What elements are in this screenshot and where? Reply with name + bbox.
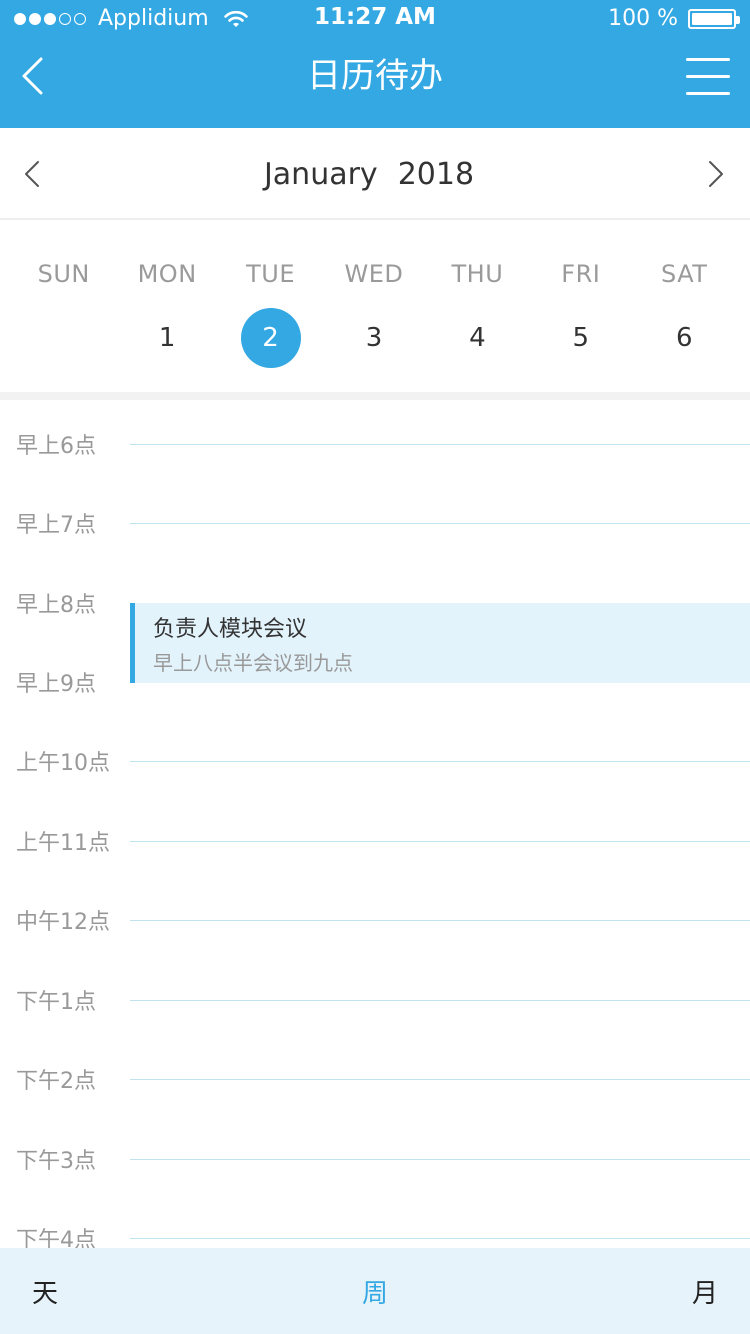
status-bar: Applidium 11:27 AM 100 % bbox=[0, 0, 750, 40]
chevron-left-icon bbox=[22, 57, 43, 95]
hour-divider bbox=[130, 1000, 750, 1001]
day-numbers-row: 1 2 3 4 5 6 bbox=[12, 308, 736, 368]
next-month-button[interactable] bbox=[696, 150, 736, 198]
wifi-icon bbox=[223, 10, 248, 27]
hour-row: 下午3点 bbox=[0, 1149, 750, 1174]
hour-label: 下午3点 bbox=[16, 1149, 96, 1174]
hour-divider bbox=[130, 920, 750, 921]
menu-button[interactable] bbox=[684, 56, 734, 98]
hour-divider bbox=[130, 1159, 750, 1160]
event-title: 负责人模块会议 bbox=[153, 617, 308, 642]
day-cell-thu[interactable]: 4 bbox=[447, 308, 507, 368]
hour-row: 下午2点 bbox=[0, 1069, 750, 1094]
weekday-wed: WED bbox=[344, 260, 404, 288]
carrier-name: Applidium bbox=[98, 6, 209, 31]
weekday-mon: MON bbox=[137, 260, 197, 288]
day-cell-fri[interactable]: 5 bbox=[551, 308, 611, 368]
hamburger-menu-icon bbox=[686, 58, 730, 61]
tab-week[interactable]: 周 bbox=[0, 1248, 750, 1334]
day-cell-wed[interactable]: 3 bbox=[344, 308, 404, 368]
hour-row: 下午1点 bbox=[0, 990, 750, 1015]
week-strip: SUN MON TUE WED THU FRI SAT 1 2 3 4 5 6 bbox=[0, 222, 750, 392]
month-navigation: January 2018 bbox=[0, 128, 750, 220]
battery-icon bbox=[688, 8, 740, 29]
section-divider bbox=[0, 392, 750, 400]
hour-label: 早上6点 bbox=[16, 434, 96, 459]
chevron-left-icon bbox=[25, 161, 39, 187]
hour-divider bbox=[130, 841, 750, 842]
month-year-label: January 2018 bbox=[0, 128, 750, 220]
view-mode-tabbar: 天 周 月 bbox=[0, 1248, 750, 1334]
hour-divider bbox=[130, 444, 750, 445]
hour-label: 上午11点 bbox=[16, 831, 110, 856]
hour-row: 早上6点 bbox=[0, 434, 750, 459]
hour-label: 早上9点 bbox=[16, 672, 96, 697]
hour-label: 早上7点 bbox=[16, 513, 96, 538]
tab-month[interactable]: 月 bbox=[692, 1248, 718, 1334]
chevron-right-icon bbox=[709, 161, 723, 187]
hour-row: 中午12点 bbox=[0, 910, 750, 935]
weekday-sun: SUN bbox=[37, 260, 90, 288]
day-timeline[interactable]: 早上6点 早上7点 早上8点 早上9点 上午10点 上午11点 中午12点 下午… bbox=[0, 400, 750, 1248]
status-left: Applidium bbox=[14, 6, 249, 31]
status-right: 100 % bbox=[608, 6, 740, 31]
weekday-fri: FRI bbox=[561, 260, 601, 288]
hour-row: 上午11点 bbox=[0, 831, 750, 856]
hour-row: 上午10点 bbox=[0, 751, 750, 776]
day-cell-sat[interactable]: 6 bbox=[654, 308, 714, 368]
app-header: Applidium 11:27 AM 100 % 日历待办 bbox=[0, 0, 750, 128]
weekday-names-row: SUN MON TUE WED THU FRI SAT bbox=[12, 260, 736, 288]
hour-label: 早上8点 bbox=[16, 593, 96, 618]
hour-divider bbox=[130, 1079, 750, 1080]
day-cell-sun bbox=[34, 308, 94, 368]
event-card[interactable]: 负责人模块会议 早上八点半会议到九点 bbox=[130, 603, 750, 683]
back-button[interactable] bbox=[10, 52, 54, 100]
previous-month-button[interactable] bbox=[12, 150, 52, 198]
hour-row: 下午4点 bbox=[0, 1228, 750, 1248]
event-description: 早上八点半会议到九点 bbox=[153, 651, 353, 675]
battery-percentage: 100 % bbox=[608, 6, 678, 31]
page-title: 日历待办 bbox=[307, 56, 443, 96]
signal-strength-icon bbox=[14, 12, 86, 25]
hour-label: 下午2点 bbox=[16, 1069, 96, 1094]
hour-label: 下午1点 bbox=[16, 990, 96, 1015]
hour-label: 中午12点 bbox=[16, 910, 110, 935]
weekday-sat: SAT bbox=[661, 260, 708, 288]
day-cell-tue[interactable]: 2 bbox=[240, 308, 301, 368]
hour-label: 上午10点 bbox=[16, 751, 110, 776]
hour-divider bbox=[130, 523, 750, 524]
hour-row: 早上7点 bbox=[0, 513, 750, 538]
hour-divider bbox=[130, 1238, 750, 1239]
month-name: January bbox=[263, 156, 378, 192]
hour-divider bbox=[130, 761, 750, 762]
year: 2018 bbox=[397, 156, 475, 192]
day-cell-mon[interactable]: 1 bbox=[137, 308, 197, 368]
weekday-thu: THU bbox=[451, 260, 504, 288]
weekday-tue: TUE bbox=[246, 260, 295, 288]
hour-label: 下午4点 bbox=[16, 1228, 96, 1248]
